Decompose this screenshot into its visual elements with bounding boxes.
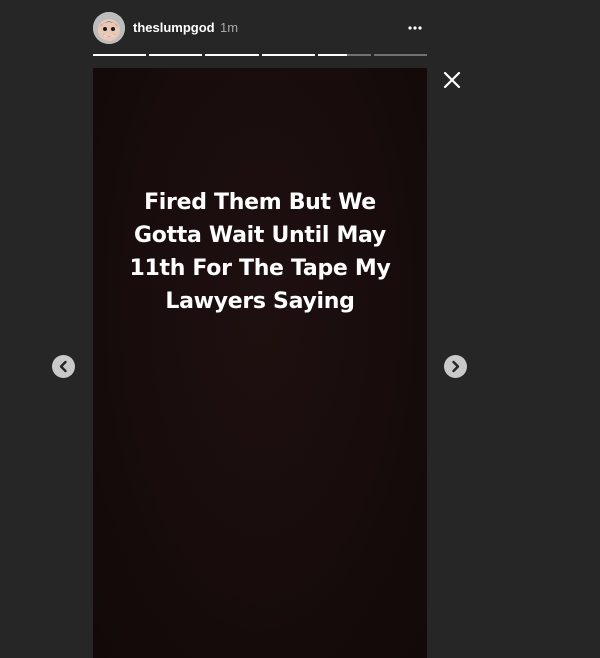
progress-segment-fill	[317, 54, 347, 56]
more-dots-icon	[408, 26, 422, 30]
progress-segment	[373, 54, 428, 56]
progress-segment	[93, 54, 147, 56]
next-story-button[interactable]	[444, 355, 467, 378]
progress-segment	[205, 54, 259, 56]
close-icon	[443, 71, 461, 89]
progress-segment-fill	[149, 54, 203, 56]
story-text: Fired Them But We Gotta Wait Until May 1…	[129, 190, 391, 314]
story-header: theslumpgod 1m	[93, 12, 427, 46]
post-time: 1m	[220, 20, 239, 35]
chevron-right-icon	[452, 360, 460, 373]
username[interactable]: theslumpgod	[133, 20, 215, 35]
profile-avatar-icon	[93, 12, 125, 44]
previous-story-button[interactable]	[52, 355, 75, 378]
avatar[interactable]	[93, 12, 125, 44]
story-content[interactable]: Fired Them But We Gotta Wait Until May 1…	[93, 68, 427, 658]
progress-segment-fill	[205, 54, 259, 56]
progress-segment	[149, 54, 203, 56]
chevron-left-icon	[59, 360, 67, 373]
story-progress-bar	[93, 54, 428, 56]
more-options-button[interactable]	[405, 19, 425, 37]
progress-segment-fill	[93, 54, 147, 56]
progress-segment	[317, 54, 371, 56]
progress-segment-fill	[261, 54, 315, 56]
close-button[interactable]	[442, 70, 462, 90]
progress-segment	[261, 54, 315, 56]
